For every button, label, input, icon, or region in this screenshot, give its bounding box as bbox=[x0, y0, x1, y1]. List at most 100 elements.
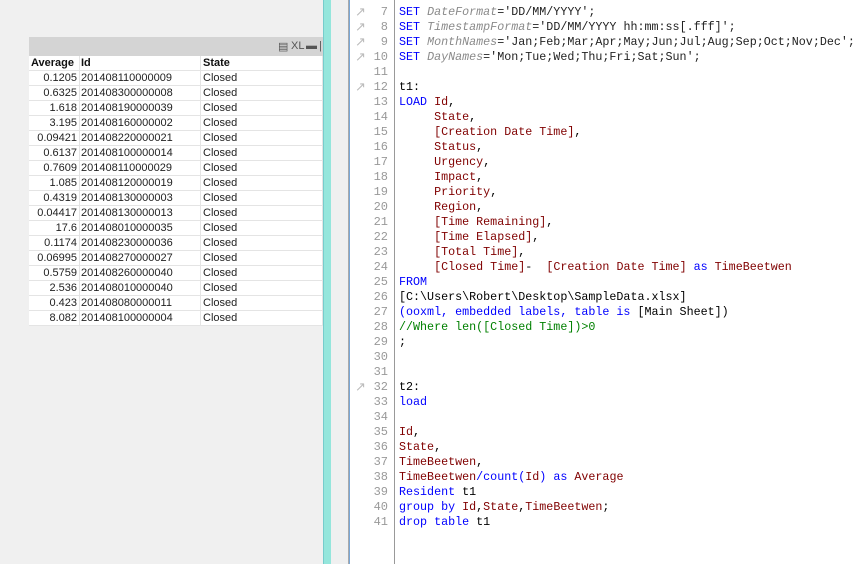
column-header-id[interactable]: Id bbox=[80, 56, 201, 70]
code-line[interactable]: Region, bbox=[399, 200, 483, 215]
cell-id[interactable]: 201408080000011 bbox=[80, 296, 201, 310]
table-row[interactable]: 0.09421 201408220000021 Closed bbox=[29, 131, 323, 146]
table-row[interactable]: 0.5759 201408260000040 Closed bbox=[29, 266, 323, 281]
code-line[interactable]: [Time Remaining], bbox=[399, 215, 553, 230]
cell-state[interactable]: Closed bbox=[201, 251, 323, 265]
table-row[interactable]: 0.06995 201408270000027 Closed bbox=[29, 251, 323, 266]
cell-state[interactable]: Closed bbox=[201, 296, 323, 310]
cell-id[interactable]: 201408110000009 bbox=[80, 71, 201, 85]
cell-id[interactable]: 201408010000035 bbox=[80, 221, 201, 235]
cell-average[interactable]: 0.7609 bbox=[29, 161, 80, 175]
code-line[interactable]: [Creation Date Time], bbox=[399, 125, 581, 140]
code-line[interactable]: (ooxml, embedded labels, table is [Main … bbox=[399, 305, 729, 320]
cell-id[interactable]: 201408120000019 bbox=[80, 176, 201, 190]
code-line[interactable]: SET DateFormat='DD/MM/YYYY'; bbox=[399, 5, 595, 20]
table-row[interactable]: 0.04417 201408130000013 Closed bbox=[29, 206, 323, 221]
cell-average[interactable]: 0.09421 bbox=[29, 131, 80, 145]
cell-average[interactable]: 0.6325 bbox=[29, 86, 80, 100]
cell-id[interactable]: 201408260000040 bbox=[80, 266, 201, 280]
code-line[interactable]: State, bbox=[399, 110, 476, 125]
bookmark-arrow-icon[interactable]: ↗ bbox=[355, 50, 366, 65]
code-line[interactable]: //Where len([Closed Time])>0 bbox=[399, 320, 595, 335]
cell-state[interactable]: Closed bbox=[201, 311, 323, 325]
table-row[interactable]: 2.536 201408010000040 Closed bbox=[29, 281, 323, 296]
table-row[interactable]: 0.7609 201408110000029 Closed bbox=[29, 161, 323, 176]
cell-average[interactable]: 0.06995 bbox=[29, 251, 80, 265]
table-box[interactable]: ▤ XL ▬ | Average Id State 0.1205 20140811… bbox=[29, 37, 323, 326]
bookmark-arrow-icon[interactable]: ↗ bbox=[355, 20, 366, 35]
cell-id[interactable]: 201408160000002 bbox=[80, 116, 201, 130]
code-line[interactable]: load bbox=[399, 395, 427, 410]
cell-id[interactable]: 201408270000027 bbox=[80, 251, 201, 265]
code-line[interactable]: [Closed Time]- [Creation Date Time] as T… bbox=[399, 260, 792, 275]
bookmark-arrow-icon[interactable]: ↗ bbox=[355, 5, 366, 20]
cell-state[interactable]: Closed bbox=[201, 146, 323, 160]
code-line[interactable]: TimeBeetwen/count(Id) as Average bbox=[399, 470, 623, 485]
code-line[interactable]: group by Id,State,TimeBeetwen; bbox=[399, 500, 609, 515]
code-line[interactable]: drop table t1 bbox=[399, 515, 490, 530]
code-line[interactable]: Impact, bbox=[399, 170, 483, 185]
cell-state[interactable]: Closed bbox=[201, 206, 323, 220]
restore-icon[interactable]: | bbox=[319, 40, 322, 52]
code-line[interactable]: SET MonthNames='Jan;Feb;Mar;Apr;May;Jun;… bbox=[399, 35, 855, 50]
cell-state[interactable]: Closed bbox=[201, 281, 323, 295]
code-line[interactable]: [Total Time], bbox=[399, 245, 525, 260]
code-line[interactable]: [C:\Users\Robert\Desktop\SampleData.xlsx… bbox=[399, 290, 687, 305]
cell-average[interactable]: 0.1174 bbox=[29, 236, 80, 250]
column-header-average[interactable]: Average bbox=[29, 56, 80, 70]
code-line[interactable]: LOAD Id, bbox=[399, 95, 455, 110]
cell-state[interactable]: Closed bbox=[201, 236, 323, 250]
cell-state[interactable]: Closed bbox=[201, 86, 323, 100]
cell-id[interactable]: 201408100000014 bbox=[80, 146, 201, 160]
cell-state[interactable]: Closed bbox=[201, 161, 323, 175]
cell-id[interactable]: 201408230000036 bbox=[80, 236, 201, 250]
cell-average[interactable]: 0.6137 bbox=[29, 146, 80, 160]
cell-average[interactable]: 2.536 bbox=[29, 281, 80, 295]
cell-average[interactable]: 0.5759 bbox=[29, 266, 80, 280]
table-row[interactable]: 1.618 201408190000039 Closed bbox=[29, 101, 323, 116]
table-row[interactable]: 0.423 201408080000011 Closed bbox=[29, 296, 323, 311]
column-header-state[interactable]: State bbox=[201, 56, 323, 70]
code-line[interactable]: State, bbox=[399, 440, 441, 455]
cell-state[interactable]: Closed bbox=[201, 116, 323, 130]
cell-average[interactable]: 0.423 bbox=[29, 296, 80, 310]
table-row[interactable]: 0.1205 201408110000009 Closed bbox=[29, 71, 323, 86]
code-line[interactable]: FROM bbox=[399, 275, 427, 290]
table-row[interactable]: 0.1174 201408230000036 Closed bbox=[29, 236, 323, 251]
code-line[interactable]: Priority, bbox=[399, 185, 497, 200]
cell-average[interactable]: 1.618 bbox=[29, 101, 80, 115]
xl-export-icon[interactable]: XL bbox=[291, 40, 304, 52]
table-row[interactable]: 8.082 201408100000004 Closed bbox=[29, 311, 323, 326]
cell-id[interactable]: 201408110000029 bbox=[80, 161, 201, 175]
cell-id[interactable]: 201408130000013 bbox=[80, 206, 201, 220]
cell-average[interactable]: 0.04417 bbox=[29, 206, 80, 220]
code-line[interactable]: ; bbox=[399, 335, 406, 350]
cell-average[interactable]: 3.195 bbox=[29, 116, 80, 130]
cell-average[interactable]: 0.1205 bbox=[29, 71, 80, 85]
bookmark-arrow-icon[interactable]: ↗ bbox=[355, 380, 366, 395]
cell-state[interactable]: Closed bbox=[201, 101, 323, 115]
code-line[interactable]: TimeBeetwen, bbox=[399, 455, 483, 470]
code-line[interactable]: SET TimestampFormat='DD/MM/YYYY hh:mm:ss… bbox=[399, 20, 736, 35]
cell-id[interactable]: 201408010000040 bbox=[80, 281, 201, 295]
code-line[interactable]: Status, bbox=[399, 140, 483, 155]
table-row[interactable]: 0.6325 201408300000008 Closed bbox=[29, 86, 323, 101]
cell-id[interactable]: 201408190000039 bbox=[80, 101, 201, 115]
cell-average[interactable]: 1.085 bbox=[29, 176, 80, 190]
table-row[interactable]: 1.085 201408120000019 Closed bbox=[29, 176, 323, 191]
minimize-icon[interactable]: ▬ bbox=[306, 40, 317, 52]
code-line[interactable]: Urgency, bbox=[399, 155, 490, 170]
print-icon[interactable]: ▤ bbox=[278, 40, 288, 53]
cell-average[interactable]: 17.6 bbox=[29, 221, 80, 235]
cell-state[interactable]: Closed bbox=[201, 71, 323, 85]
code-line[interactable]: t1: bbox=[399, 80, 420, 95]
table-row[interactable]: 3.195 201408160000002 Closed bbox=[29, 116, 323, 131]
cell-state[interactable]: Closed bbox=[201, 191, 323, 205]
code-line[interactable]: Id, bbox=[399, 425, 420, 440]
code-line[interactable]: Resident t1 bbox=[399, 485, 476, 500]
code-line[interactable]: SET DayNames='Mon;Tue;Wed;Thu;Fri;Sat;Su… bbox=[399, 50, 701, 65]
cell-state[interactable]: Closed bbox=[201, 221, 323, 235]
code-line[interactable]: [Time Elapsed], bbox=[399, 230, 539, 245]
cell-average[interactable]: 8.082 bbox=[29, 311, 80, 325]
cell-id[interactable]: 201408100000004 bbox=[80, 311, 201, 325]
